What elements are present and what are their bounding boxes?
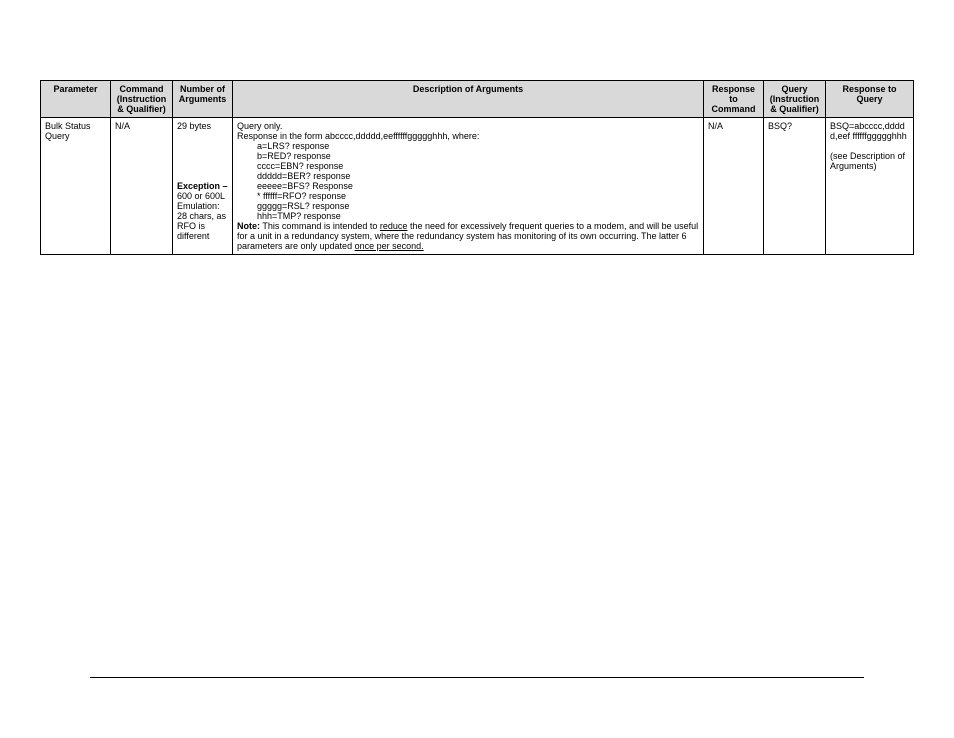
- col-header-numargs: Number of Arguments: [173, 81, 233, 118]
- table-row: Bulk Status Query N/A 29 bytes Exception…: [41, 118, 914, 255]
- desc-intro: Query only.: [237, 121, 282, 131]
- cell-numargs: 29 bytes Exception – 600 or 600L Emulati…: [173, 118, 233, 255]
- col-header-response-command: Response to Command: [704, 81, 764, 118]
- numargs-primary: 29 bytes: [177, 121, 211, 131]
- desc-form: Response in the form abcccc,ddddd,eeffff…: [237, 131, 479, 141]
- desc-line-h: hhh=TMP? response: [237, 211, 699, 221]
- resq-line2: (see Description of Arguments): [830, 151, 905, 171]
- desc-note-once: once per second.: [355, 241, 424, 251]
- footer-rule: [90, 677, 864, 678]
- cell-response-command: N/A: [704, 118, 764, 255]
- desc-line-e: eeeee=BFS? Response: [237, 181, 699, 191]
- desc-line-d: ddddd=BER? response: [237, 171, 699, 181]
- col-header-response-query: Response to Query: [826, 81, 914, 118]
- desc-note-pre: This command is intended to: [260, 221, 380, 231]
- col-header-description: Description of Arguments: [233, 81, 704, 118]
- desc-line-c: cccc=EBN? response: [237, 161, 699, 171]
- cell-query: BSQ?: [764, 118, 826, 255]
- col-header-command: Command (Instruction & Qualifier): [111, 81, 173, 118]
- desc-line-g: ggggg=RSL? response: [237, 201, 699, 211]
- parameter-table: Parameter Command (Instruction & Qualifi…: [40, 80, 914, 255]
- col-header-query: Query (Instruction & Qualifier): [764, 81, 826, 118]
- cell-description: Query only. Response in the form abcccc,…: [233, 118, 704, 255]
- desc-line-a: a=LRS? response: [237, 141, 699, 151]
- cell-parameter: Bulk Status Query: [41, 118, 111, 255]
- table-header-row: Parameter Command (Instruction & Qualifi…: [41, 81, 914, 118]
- col-header-parameter: Parameter: [41, 81, 111, 118]
- cell-response-query: BSQ=abcccc,ddddd,eef ffffffggggghhh (see…: [826, 118, 914, 255]
- page: Parameter Command (Instruction & Qualifi…: [0, 0, 954, 738]
- numargs-exception-body: 600 or 600L Emulation: 28 chars, as RFO …: [177, 191, 226, 241]
- desc-note-reduce: reduce: [380, 221, 408, 231]
- desc-note-label: Note:: [237, 221, 260, 231]
- cell-command: N/A: [111, 118, 173, 255]
- desc-line-f: * ffffff=RFO? response: [237, 191, 699, 201]
- desc-line-b: b=RED? response: [237, 151, 699, 161]
- resq-line1: BSQ=abcccc,ddddd,eef ffffffggggghhh: [830, 121, 907, 141]
- numargs-exception-label: Exception –: [177, 181, 228, 191]
